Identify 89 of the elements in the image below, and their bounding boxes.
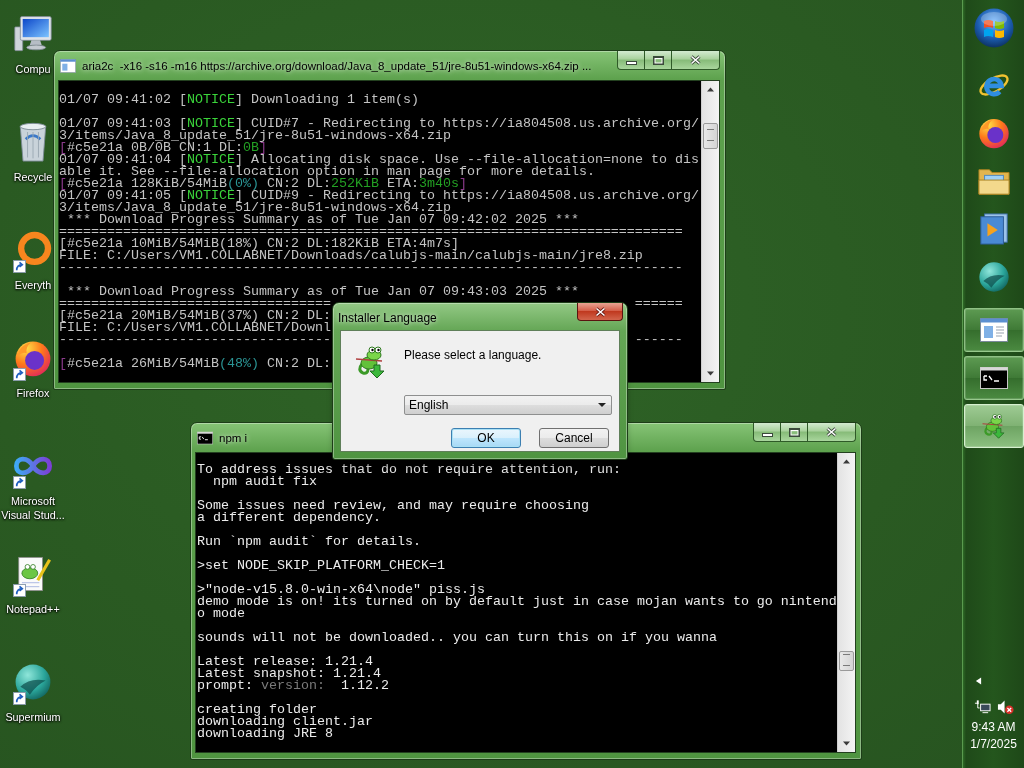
console-line: ---------------------------------- bbox=[59, 334, 331, 346]
console-line: [#c5e21a 10MiB/54MiB(18%) CN:2 DL:182KiB ETA:4m7s] bbox=[59, 238, 459, 250]
language-dropdown[interactable]: English bbox=[404, 395, 612, 415]
console-line: able it. See --file-allocation option in man page for more details. bbox=[59, 166, 595, 178]
desktop-icon-label[interactable]: Microsoft Visual Stud... bbox=[0, 494, 66, 522]
console-line: FILE: C:/Users/VM1.COLLABNET/Downloads/calubjs-main/calubjs-main/jre8.zip bbox=[59, 250, 643, 262]
console-line: downloading client.jar bbox=[197, 716, 373, 728]
window-title: aria2c -x16 -s16 -m16 https://archive.org/download/Java_8_update_51/jre-8u51-windows-x64.zip ... bbox=[82, 59, 592, 74]
close-icon bbox=[594, 306, 606, 317]
console-line: Some issues need review, and may require choosing bbox=[197, 500, 589, 512]
close-icon bbox=[826, 427, 837, 437]
console-line: demo mode is on! its turned on by default just in case mojan wants to go nintend bbox=[197, 596, 837, 608]
caret-icon bbox=[598, 403, 606, 407]
console-line: ------ bbox=[634, 334, 683, 346]
console-line: Run `npm audit` for details. bbox=[197, 536, 421, 548]
minimize-button[interactable] bbox=[753, 423, 781, 442]
console-line: [#c5e21a 26MiB/54MiB(48%) CN:2 DL: bbox=[59, 358, 331, 370]
console-line: 3/items/Java_8_update_51/jre-8u51-windows-x64.zip bbox=[59, 130, 451, 142]
maximize-button[interactable] bbox=[645, 51, 672, 70]
desktop-icon-label[interactable]: Notepad++ bbox=[6, 602, 60, 616]
console-line: >set NODE_SKIP_PLATFORM_CHECK=1 bbox=[197, 560, 445, 572]
desktop-icon-label[interactable]: Everyth bbox=[14, 278, 52, 292]
fox-icon[interactable] bbox=[14, 338, 52, 378]
terminal-icon bbox=[197, 431, 213, 445]
terminal-icon bbox=[979, 365, 1008, 391]
maximize-icon bbox=[788, 427, 800, 437]
console-line: 3/items/Java_8_update_51/jre-8u51-windows-x64.zip bbox=[59, 202, 451, 214]
console-line: 01/07 09:41:05 [NOTICE] CUID#9 - Redirecting to https://ia804508.us.archive.org/ bbox=[59, 190, 699, 202]
console-line: ------------------------------------------------------------------------------ bbox=[59, 262, 683, 274]
cancel-button[interactable]: Cancel bbox=[539, 428, 609, 448]
maximize-icon bbox=[652, 55, 664, 65]
network-icon[interactable] bbox=[973, 699, 991, 715]
console-line: a different dependency. bbox=[197, 512, 381, 524]
console-line: ====== bbox=[634, 298, 683, 310]
console-line: [#c5e21a 0B/0B CN:1 DL:0B] bbox=[59, 142, 267, 154]
clock-time: 9:43 AM bbox=[971, 719, 1016, 736]
console-line: creating folder bbox=[197, 704, 317, 716]
console-line: To address issues that do not require attention, run: bbox=[197, 464, 621, 476]
flag-icon bbox=[973, 8, 1014, 48]
desktop-icon-label[interactable]: Recycle bbox=[13, 170, 53, 184]
console-line: npm audit fix bbox=[212, 476, 317, 488]
console-line: 01/07 09:41:03 [NOTICE] CUID#7 - Redirecting to https://ia804508.us.archive.org/ bbox=[59, 118, 699, 130]
console-line: [#c5e21a 128KiB/54MiB(0%) CN:2 DL:252KiB ETA:3m40s] bbox=[59, 178, 467, 190]
scrollbar-thumb[interactable] bbox=[839, 651, 854, 671]
minimize-icon bbox=[761, 433, 773, 437]
monitor-icon[interactable] bbox=[14, 14, 52, 54]
console-line: [#c5e21a 20MiB/54MiB(37%) CN:2 DL: bbox=[59, 310, 331, 322]
console-line: Latest release: 1.21.4 bbox=[197, 656, 373, 668]
window-icon bbox=[60, 59, 76, 73]
minimize-button[interactable] bbox=[617, 51, 645, 70]
ok-button[interactable]: OK bbox=[451, 428, 521, 448]
dialog-message: Please select a language. bbox=[404, 347, 542, 363]
console-line: 01/07 09:41:04 [NOTICE] Allocating disk space. Use --file-allocation=none to dis bbox=[59, 154, 699, 166]
speaker-icon[interactable] bbox=[996, 699, 1014, 715]
console-line: FILE: C:/Users/VM1.COLLABNET/Downl bbox=[59, 322, 331, 334]
console-line: *** Download Progress Summary as of Tue Jan 07 09:42:02 2025 *** bbox=[67, 214, 579, 226]
close-icon bbox=[690, 55, 701, 65]
close-button[interactable] bbox=[808, 423, 856, 442]
console-line: 01/07 09:41:02 [NOTICE] Downloading 1 item(s) bbox=[59, 94, 419, 106]
lizard-icon bbox=[355, 345, 387, 379]
console-line: *** Download Progress Summary as of Tue Jan 07 09:43:03 2025 *** bbox=[66, 286, 579, 298]
maximize-button[interactable] bbox=[781, 423, 808, 442]
console-line: o mode bbox=[197, 608, 245, 620]
console-line: prompt: version: 1.12.2 bbox=[197, 680, 389, 692]
close-button[interactable] bbox=[672, 51, 720, 70]
console-line: sounds will not be downloaded.. you can turn this on if you wanna bbox=[197, 632, 717, 644]
console-line: ================================== bbox=[59, 298, 331, 310]
desktop-icon-label[interactable]: Compu bbox=[15, 62, 51, 76]
scrollbar-thumb[interactable] bbox=[703, 123, 718, 149]
globe-icon[interactable] bbox=[14, 662, 52, 702]
window-icon bbox=[979, 317, 1008, 343]
window-title: npm i bbox=[219, 431, 248, 446]
fox-icon[interactable] bbox=[977, 117, 1010, 149]
desktop-icon-label[interactable]: Supermium bbox=[5, 710, 61, 724]
desktop-icon-label[interactable]: Firefox bbox=[16, 386, 50, 400]
globe-icon[interactable] bbox=[977, 261, 1010, 293]
clock-date: 1/7/2025 bbox=[970, 736, 1017, 753]
dialog-title: Installer Language bbox=[338, 310, 437, 326]
play-icon[interactable] bbox=[977, 213, 1010, 245]
console-line: >"node-v15.8.0-win-x64\node" piss.js bbox=[197, 584, 485, 596]
taskbar-button[interactable] bbox=[963, 308, 1024, 352]
console-line: downloading JRE 8 bbox=[197, 728, 333, 740]
console-line: ============================================================================== bbox=[59, 226, 683, 238]
taskbar-button[interactable] bbox=[963, 356, 1024, 400]
minimize-icon bbox=[625, 61, 637, 65]
console-line: Latest snapshot: 1.21.4 bbox=[197, 668, 381, 680]
start-button[interactable] bbox=[973, 8, 1014, 48]
close-button[interactable] bbox=[577, 303, 623, 321]
chevron-icon[interactable] bbox=[975, 676, 982, 686]
